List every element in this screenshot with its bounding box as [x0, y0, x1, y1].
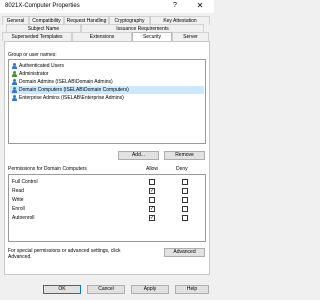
deny-header: Deny — [176, 166, 188, 172]
window-title: 8021X-Computer Properties — [5, 3, 80, 9]
principal-name: Administrator — [19, 71, 49, 77]
permission-name: Full Control — [12, 179, 38, 185]
principal-name: Authenticated Users — [19, 63, 65, 69]
permission-name: Read — [12, 188, 24, 194]
principals-list[interactable]: Authenticated Users Administrator Domain… — [8, 59, 206, 144]
principal-name: Domain Admins (ISELAB\Domain Admins) — [19, 79, 113, 85]
user-group-icon — [11, 87, 17, 93]
permission-name: Autoenroll — [12, 215, 35, 221]
security-panel: Group or user names: Authenticated Users… — [4, 41, 210, 275]
permission-row: Enroll ✓ — [9, 205, 205, 213]
allow-checkbox[interactable]: ✓ — [149, 215, 155, 221]
allow-checkbox[interactable]: ✓ — [149, 188, 155, 194]
ok-button[interactable]: OK — [43, 285, 81, 294]
user-group-icon — [11, 63, 17, 69]
deny-checkbox[interactable] — [182, 188, 188, 194]
list-item[interactable]: Authenticated Users — [10, 62, 204, 70]
permission-row: Write — [9, 196, 205, 204]
user-icon — [11, 71, 17, 77]
list-item[interactable]: Domain Admins (ISELAB\Domain Admins) — [10, 78, 204, 86]
allow-checkbox[interactable]: ✓ — [149, 206, 155, 212]
list-item[interactable]: Enterprise Admins (ISELAB\Enterprise Adm… — [10, 94, 204, 102]
deny-checkbox[interactable] — [182, 215, 188, 221]
permission-name: Enroll — [12, 206, 25, 212]
allow-header: Allow — [146, 166, 158, 172]
user-group-icon — [11, 79, 17, 85]
help-button-label: Help — [186, 286, 198, 292]
allow-checkbox[interactable] — [149, 197, 155, 203]
tab-extensions[interactable]: Extensions — [72, 32, 132, 41]
apply-button-label: Apply — [143, 286, 157, 292]
user-group-icon — [11, 95, 17, 101]
list-item[interactable]: Administrator — [10, 70, 204, 78]
tab-superseded-templates[interactable]: Superseded Templates — [2, 32, 72, 41]
deny-checkbox[interactable] — [182, 197, 188, 203]
deny-checkbox[interactable] — [182, 206, 188, 212]
permissions-list: Full Control Read ✓ Write Enroll ✓ Autoe… — [8, 174, 206, 242]
remove-button-label: Remove — [175, 152, 194, 158]
deny-checkbox[interactable] — [182, 179, 188, 185]
close-icon[interactable]: ✕ — [195, 1, 205, 10]
tab-server[interactable]: Server — [172, 32, 209, 41]
principal-name: Enterprise Admins (ISELAB\Enterprise Adm… — [19, 95, 124, 101]
advanced-button[interactable]: Advanced — [164, 248, 205, 257]
list-item-selected[interactable]: Domain Computers (ISELAB\Domain Computer… — [10, 86, 204, 94]
cancel-button[interactable]: Cancel — [87, 285, 125, 294]
permissions-label: Permissions for Domain Computers — [8, 166, 87, 172]
permission-name: Write — [12, 197, 24, 203]
principal-name: Domain Computers (ISELAB\Domain Computer… — [19, 87, 129, 93]
advanced-note-line2: Advanced. — [8, 254, 32, 260]
group-names-label: Group or user names: — [8, 52, 57, 58]
tab-row-3: Superseded Templates Extensions Security… — [2, 32, 209, 42]
cancel-button-label: Cancel — [98, 286, 114, 292]
remove-button[interactable]: Remove — [164, 151, 205, 160]
add-button[interactable]: Add... — [118, 151, 159, 160]
add-button-label: Add... — [131, 152, 146, 158]
ok-button-label: OK — [58, 286, 66, 292]
title-bar: 8021X-Computer Properties ? ✕ — [0, 0, 214, 13]
permission-row: Read ✓ — [9, 187, 205, 195]
advanced-button-label: Advanced — [173, 249, 196, 255]
help-button[interactable]: Help — [175, 285, 209, 294]
permission-row: Autoenroll ✓ — [9, 214, 205, 222]
permission-row: Full Control — [9, 178, 205, 186]
help-icon[interactable]: ? — [171, 2, 179, 9]
allow-checkbox[interactable] — [149, 179, 155, 185]
apply-button[interactable]: Apply — [131, 285, 169, 294]
